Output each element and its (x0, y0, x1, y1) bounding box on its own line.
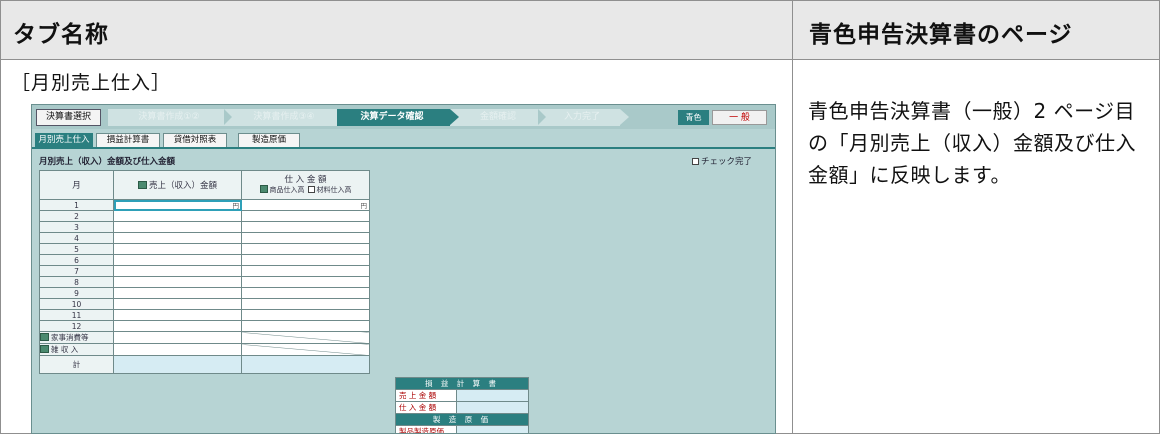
misc-income-input[interactable] (113, 343, 242, 356)
sales-input[interactable] (113, 298, 242, 310)
header-cell-tab-name: タブ名称 (0, 0, 793, 60)
month-label: 8 (39, 276, 114, 288)
col-purchase-header: 仕 入 金 額商品仕入高 材料仕入高 (241, 170, 370, 200)
purchase-input[interactable] (241, 309, 370, 321)
purchase-input[interactable] (241, 243, 370, 255)
monthly-grid: 月 売上（収入）金額 仕 入 金 額商品仕入高 材料仕入高 1 円 円 2 3 4… (39, 170, 370, 374)
purchase-input[interactable] (241, 276, 370, 288)
header-tab-name: タブ名称 (13, 22, 109, 48)
sales-input[interactable] (113, 210, 242, 222)
tab-balance-sheet[interactable]: 貸借対照表 (163, 133, 227, 148)
mfg-cost-label: 製品製造原価 (395, 425, 457, 433)
purchase-input[interactable] (241, 221, 370, 233)
misc-income-label: 雑 収 入 (39, 343, 114, 356)
page-cell: 青色申告決算書（一般）2 ページ目の「月別売上（収入）金額及び仕入金額」に反映し… (792, 59, 1160, 434)
input-icon[interactable] (40, 333, 49, 341)
month-label: 2 (39, 210, 114, 222)
month-label: 6 (39, 254, 114, 266)
month-label: 1 (39, 199, 114, 211)
purchase-input[interactable] (241, 254, 370, 266)
month-label: 3 (39, 221, 114, 233)
step-3[interactable]: 決算データ確認 (337, 109, 447, 126)
pl-sales-value (456, 389, 529, 402)
sales-input[interactable] (113, 309, 242, 321)
month-label: 10 (39, 298, 114, 310)
month-label: 7 (39, 265, 114, 277)
purchase-input[interactable]: 円 (241, 199, 370, 211)
sales-input[interactable] (113, 276, 242, 288)
panel-title: 月別売上（収入）金額及び仕入金額 (39, 157, 176, 167)
app-screenshot: 決算書選択 決算書作成①② 決算書作成③④ 決算データ確認 金額確認 入力完了 … (31, 104, 776, 434)
mfg-title: 製 造 原 価 (395, 413, 529, 426)
tab-monthly-sales[interactable]: 月別売上仕入 (35, 133, 93, 148)
sales-input[interactable] (113, 320, 242, 332)
col-month-header: 月 (39, 170, 114, 200)
purchase-input[interactable] (241, 320, 370, 332)
disabled-cell (241, 331, 370, 344)
disabled-cell (241, 343, 370, 356)
col-sales-header: 売上（収入）金額 (113, 170, 242, 200)
month-label: 11 (39, 309, 114, 321)
step-4[interactable]: 金額確認 (458, 109, 538, 126)
check-complete-checkbox[interactable]: チェック完了 (692, 155, 752, 167)
sales-input[interactable] (113, 265, 242, 277)
header-cell-page: 青色申告決算書のページ (792, 0, 1160, 60)
blue-return-badge: 青色 (678, 110, 709, 125)
check-complete-label: チェック完了 (701, 157, 753, 167)
purchase-input[interactable] (241, 265, 370, 277)
profit-loss-summary: 損 益 計 算 書 売 上 金 額 仕 入 金 額 製 造 原 価 製品製造原価 (395, 377, 529, 433)
sales-input[interactable] (113, 221, 242, 233)
tab-manufacturing-cost[interactable]: 製造原価 (238, 133, 300, 148)
step-5[interactable]: 入力完了 (544, 109, 620, 126)
month-label: 12 (39, 320, 114, 332)
header-page-name: 青色申告決算書のページ (809, 22, 1073, 48)
month-label: 9 (39, 287, 114, 299)
sales-input[interactable] (113, 287, 242, 299)
month-label: 4 (39, 232, 114, 244)
sales-input[interactable] (113, 232, 242, 244)
month-label: 5 (39, 243, 114, 255)
document-table: タブ名称 青色申告決算書のページ ［月別売上仕入］ 青色申告決算書（一般）2 ペ… (0, 0, 1160, 434)
step-2[interactable]: 決算書作成③④ (230, 109, 338, 126)
pl-purchase-value (456, 401, 529, 414)
total-label: 計 (39, 355, 114, 374)
purchase-input[interactable] (241, 232, 370, 244)
sales-total (113, 355, 242, 374)
input-icon[interactable] (40, 345, 49, 353)
purchase-input[interactable] (241, 298, 370, 310)
pl-title: 損 益 計 算 書 (395, 377, 529, 390)
step-arrow-icon (620, 109, 629, 125)
tab-underline (32, 147, 775, 149)
tab-income-statement[interactable]: 損益計算書 (96, 133, 160, 148)
input-icon[interactable] (137, 181, 147, 189)
checkbox-icon[interactable] (307, 186, 315, 193)
sales-input[interactable]: 円 (113, 199, 242, 211)
sales-input[interactable] (113, 243, 242, 255)
pl-purchase-label: 仕 入 金 額 (395, 401, 457, 414)
section-title: ［月別売上仕入］ (11, 72, 172, 94)
household-input[interactable] (113, 331, 242, 344)
select-statement-button[interactable]: 決算書選択 (36, 109, 101, 126)
checkbox-icon[interactable] (692, 158, 699, 165)
purchase-input[interactable] (241, 287, 370, 299)
pl-sales-label: 売 上 金 額 (395, 389, 457, 402)
statement-type-badge: 一 般 (712, 110, 767, 125)
purchase-total (241, 355, 370, 374)
sales-input[interactable] (113, 254, 242, 266)
input-icon[interactable] (259, 185, 268, 193)
mfg-cost-value (456, 425, 529, 433)
step-1[interactable]: 決算書作成①② (114, 109, 224, 126)
purchase-input[interactable] (241, 210, 370, 222)
household-label: 家事消費等 (39, 331, 114, 344)
description-text: 青色申告決算書（一般）2 ページ目の「月別売上（収入）金額及び仕入金額」に反映し… (808, 99, 1136, 187)
